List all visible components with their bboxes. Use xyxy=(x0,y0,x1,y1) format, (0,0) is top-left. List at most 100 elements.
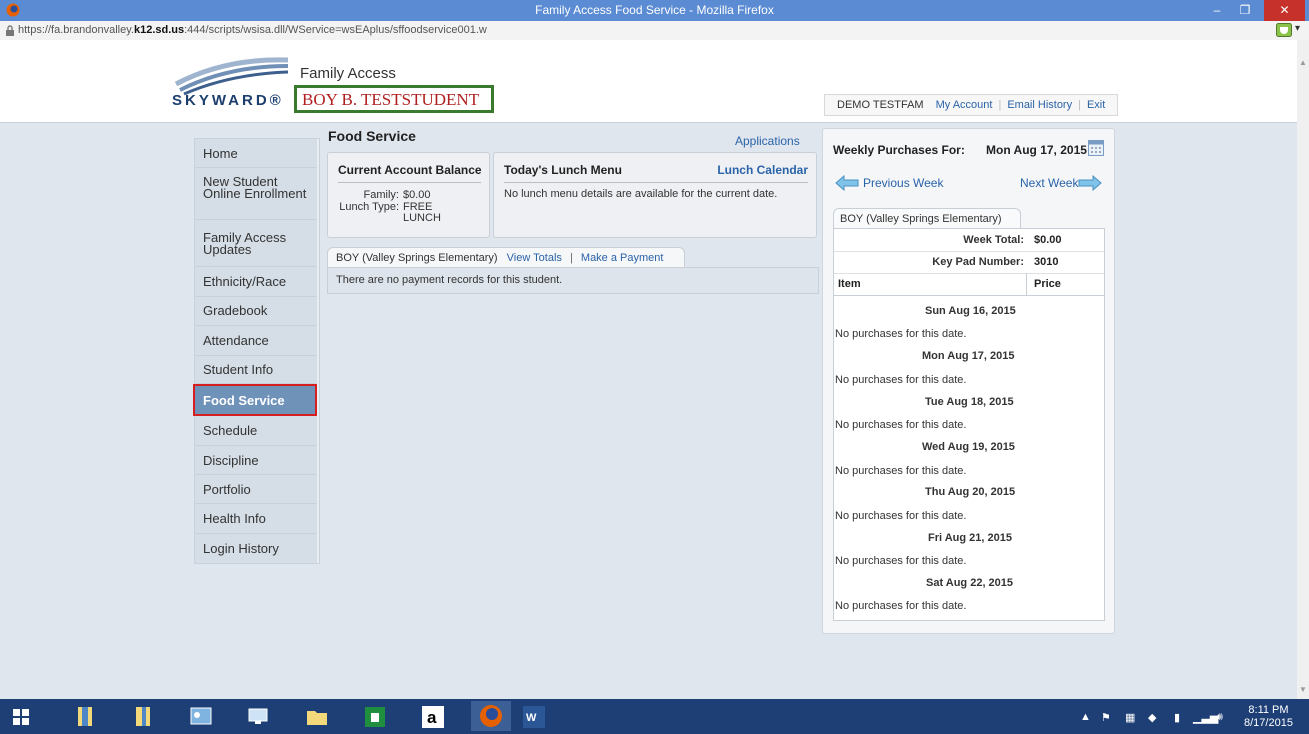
column-header-item: Item xyxy=(838,278,861,290)
sidebar-item-food-service[interactable]: Food Service xyxy=(193,384,317,416)
day-date: Sun Aug 16, 2015 xyxy=(925,305,1016,317)
sidebar-item-gradebook[interactable]: Gradebook xyxy=(195,297,317,326)
control-panel-icon[interactable] xyxy=(188,704,214,729)
extension-dropdown[interactable]: ▾ xyxy=(1295,23,1300,34)
family-balance-value: $0.00 xyxy=(403,189,431,201)
word-icon[interactable]: W xyxy=(521,704,547,729)
tray-expand-icon[interactable]: ▲ xyxy=(1080,711,1091,723)
window-title: Family Access Food Service - Mozilla Fir… xyxy=(535,3,774,17)
separator: | xyxy=(569,252,573,264)
sidebar-item-new-student-enrollment[interactable]: New Student Online Enrollment xyxy=(195,168,317,220)
shield-tray-icon[interactable]: ◆ xyxy=(1148,711,1156,724)
day-date: Thu Aug 20, 2015 xyxy=(925,486,1016,498)
account-balance-panel: Current Account Balance Family: $0.00 Lu… xyxy=(327,152,490,238)
column-header-price: Price xyxy=(1034,278,1061,290)
skyward-wordmark: SKYWARD® xyxy=(172,92,284,109)
network-tray-icon[interactable]: ▦ xyxy=(1125,711,1135,724)
sidebar-item-student-info[interactable]: Student Info xyxy=(195,356,317,384)
sidebar-item-portfolio[interactable]: Portfolio xyxy=(195,475,317,504)
week-total-row: Week Total: $0.00 xyxy=(834,229,1104,252)
sidebar-item-family-access-updates[interactable]: Family Access Updates xyxy=(195,220,317,267)
amazon-icon[interactable]: a xyxy=(420,704,446,729)
lunch-type-label: Lunch Type: xyxy=(339,201,399,213)
next-week-arrow-icon[interactable] xyxy=(1078,175,1102,191)
app-name: Family Access xyxy=(300,65,396,82)
page-title: Food Service xyxy=(328,128,416,144)
address-bar[interactable]: https://fa.brandonvalley.k12.sd.us:444/s… xyxy=(0,21,1309,41)
payments-tab-student: BOY (Valley Springs Elementary) xyxy=(336,252,498,264)
calendar-icon[interactable] xyxy=(1088,140,1104,156)
clock-time: 8:11 PM xyxy=(1248,704,1289,716)
shield-extension-icon[interactable] xyxy=(1276,23,1292,37)
exit-link[interactable]: Exit xyxy=(1081,99,1111,111)
battery-icon[interactable]: ▮ xyxy=(1174,711,1180,724)
email-history-link[interactable]: Email History xyxy=(1001,99,1078,111)
library-icon[interactable] xyxy=(130,704,156,729)
window-titlebar: Family Access Food Service - Mozilla Fir… xyxy=(0,0,1309,21)
account-links: DEMO TESTFAM My Account | Email History … xyxy=(824,94,1119,116)
column-divider xyxy=(1026,273,1027,295)
applications-link[interactable]: Applications xyxy=(735,134,800,148)
sidebar-item-login-history[interactable]: Login History xyxy=(195,534,317,563)
day-date: Sat Aug 22, 2015 xyxy=(926,577,1014,589)
week-total-value: $0.00 xyxy=(1034,234,1062,246)
student-selector[interactable]: BOY B. TESTSTUDENT xyxy=(294,85,494,113)
previous-week-link[interactable]: Previous Week xyxy=(863,176,943,190)
system-clock[interactable]: 8:11 PM 8/17/2015 xyxy=(1244,704,1293,730)
next-week-link[interactable]: Next Week xyxy=(1020,176,1078,190)
make-payment-link[interactable]: Make a Payment xyxy=(581,252,664,264)
close-button[interactable]: ✕ xyxy=(1264,0,1305,21)
flag-icon[interactable]: ⚑ xyxy=(1101,711,1111,724)
vertical-scrollbar[interactable]: ▲ ▼ xyxy=(1297,40,1309,699)
firefox-icon xyxy=(480,705,502,727)
firefox-taskbar-button[interactable] xyxy=(471,701,511,731)
my-account-link[interactable]: My Account xyxy=(930,99,999,111)
weekly-purchases-panel: Weekly Purchases For: Mon Aug 17, 2015 P… xyxy=(822,128,1115,634)
table-header-row: Item Price xyxy=(834,273,1104,296)
view-totals-link[interactable]: View Totals xyxy=(507,252,562,264)
day-note: No purchases for this date. xyxy=(835,465,967,477)
windows-start-icon[interactable] xyxy=(8,704,34,729)
day-date: Tue Aug 18, 2015 xyxy=(925,396,1014,408)
maximize-button[interactable]: ❐ xyxy=(1231,0,1259,21)
divider xyxy=(504,182,808,183)
lunch-menu-message: No lunch menu details are available for … xyxy=(504,188,778,200)
sidebar-item-health-info[interactable]: Health Info xyxy=(195,504,317,534)
balance-heading: Current Account Balance xyxy=(338,163,482,177)
weekly-purchases-date: Mon Aug 17, 2015 xyxy=(986,143,1087,157)
scroll-down-icon[interactable]: ▼ xyxy=(1299,685,1307,694)
clock-date: 8/17/2015 xyxy=(1244,717,1293,729)
payments-message: There are no payment records for this st… xyxy=(327,267,819,294)
sidebar-item-home[interactable]: Home xyxy=(195,139,317,168)
signal-icon[interactable]: ▁▃▅ xyxy=(1193,711,1218,724)
family-balance-label: Family: xyxy=(363,189,399,201)
day-note: No purchases for this date. xyxy=(835,419,967,431)
svg-text:a: a xyxy=(427,708,437,727)
day-note: No purchases for this date. xyxy=(835,328,967,340)
day-note: No purchases for this date. xyxy=(835,510,967,522)
weekly-purchases-table: Week Total: $0.00 Key Pad Number: 3010 I… xyxy=(833,228,1105,621)
sidebar-item-discipline[interactable]: Discipline xyxy=(195,446,317,475)
sidebar-nav: Home New Student Online Enrollment Famil… xyxy=(193,138,320,564)
payments-tab[interactable]: BOY (Valley Springs Elementary) View Tot… xyxy=(327,247,685,267)
previous-week-arrow-icon[interactable] xyxy=(835,175,859,191)
weekly-student-tab[interactable]: BOY (Valley Springs Elementary) xyxy=(833,208,1021,228)
store-icon[interactable] xyxy=(362,704,388,729)
sidebar-item-ethnicity-race[interactable]: Ethnicity/Race xyxy=(195,267,317,297)
sidebar-item-attendance[interactable]: Attendance xyxy=(195,326,317,356)
lunch-calendar-link[interactable]: Lunch Calendar xyxy=(717,163,808,177)
volume-icon[interactable]: 🔊︎ xyxy=(1216,711,1223,724)
folder-icon[interactable] xyxy=(304,704,330,729)
minimize-button[interactable]: – xyxy=(1203,0,1231,21)
day-note: No purchases for this date. xyxy=(835,600,967,612)
divider xyxy=(338,182,481,183)
file-explorer-icon[interactable] xyxy=(72,704,98,729)
day-note: No purchases for this date. xyxy=(835,374,967,386)
sidebar-item-schedule[interactable]: Schedule xyxy=(195,416,317,446)
remote-desktop-icon[interactable] xyxy=(245,704,271,729)
day-date: Fri Aug 21, 2015 xyxy=(928,532,1012,544)
url-text[interactable]: https://fa.brandonvalley.k12.sd.us:444/s… xyxy=(18,24,487,36)
week-total-label: Week Total: xyxy=(963,234,1024,246)
keypad-row: Key Pad Number: 3010 xyxy=(834,251,1104,274)
scroll-up-icon[interactable]: ▲ xyxy=(1299,58,1307,67)
